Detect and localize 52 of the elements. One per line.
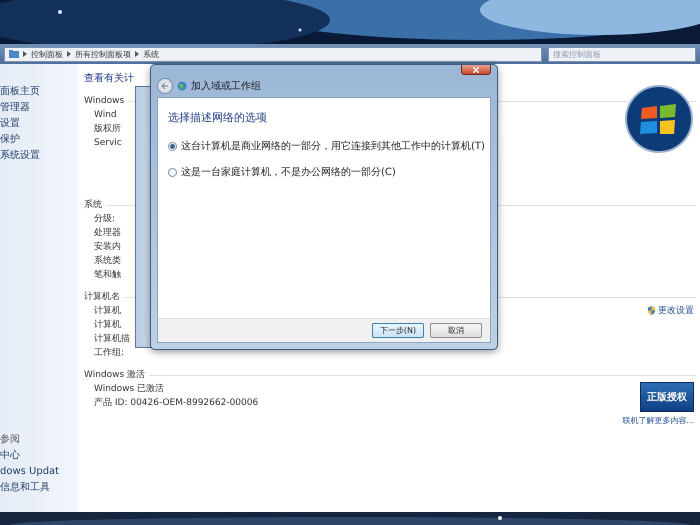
globe-icon [177, 81, 187, 91]
info-label: 系统类 [94, 254, 121, 268]
breadcrumb-item[interactable]: 控制面板 [31, 48, 63, 60]
info-label: Wind [94, 109, 118, 122]
next-button[interactable]: 下一步(N) [372, 323, 424, 338]
dialog-heading: 选择描述网络的选项 [168, 110, 268, 125]
sidebar-link[interactable]: dows Updat [0, 466, 78, 478]
sidebar-link[interactable]: 管理器 [0, 102, 78, 114]
chevron-icon [23, 51, 27, 57]
info-label: 分级: [94, 212, 116, 226]
info-label: Servic [94, 137, 122, 150]
info-label: 计算机 [94, 304, 122, 318]
section-heading: Windows [84, 95, 124, 108]
section-heading: Windows 激活 [84, 368, 146, 382]
learn-more-link[interactable]: 联机了解更多内容... [622, 415, 694, 426]
windows-logo-icon [624, 84, 694, 154]
see-also-label: 参阅 [0, 434, 21, 446]
back-arrow-icon [161, 82, 169, 90]
info-label: 计算机 [94, 318, 122, 332]
breadcrumb-item[interactable]: 系统 [143, 48, 159, 60]
section-heading: 系统 [84, 198, 102, 212]
info-label: Windows 已激活 [94, 382, 166, 396]
info-label: 处理器 [94, 226, 121, 240]
breadcrumb-item[interactable]: 所有控制面板项 [75, 48, 131, 60]
address-bar[interactable]: 控制面板 所有控制面板项 系统 [4, 46, 542, 62]
sidebar-link[interactable]: 系统设置 [0, 150, 78, 162]
close-button[interactable] [461, 65, 491, 75]
radio-option[interactable]: 这是一台家庭计算机，不是办公网络的一部分(C) [168, 165, 480, 179]
change-settings-link[interactable]: 更改设置 [647, 304, 694, 317]
cancel-button[interactable]: 取消 [430, 323, 482, 338]
section-heading: 计算机名 [84, 290, 120, 304]
search-field[interactable]: 搜索控制面板 [548, 46, 696, 62]
genuine-badge: 正版授权 [640, 382, 694, 412]
shield-icon [647, 306, 656, 315]
page-title: 查看有关计 [84, 72, 134, 86]
info-label: 安装内 [94, 240, 121, 254]
info-label: 计算机描 [94, 332, 130, 346]
info-label: 工作组: [94, 346, 126, 360]
sidebar-link[interactable]: 设置 [0, 118, 78, 130]
info-label: 笔和触 [94, 268, 121, 282]
dialog-title: 加入域或工作组 [191, 80, 261, 93]
sidebar-link[interactable]: 面板主页 [0, 86, 78, 98]
info-label: 版权所 [94, 122, 122, 136]
folder-icon [9, 50, 19, 58]
close-icon [473, 66, 479, 72]
info-label: 产品 ID: 00426-OEM-8992662-00006 [94, 396, 258, 410]
back-button[interactable] [157, 78, 173, 94]
sidebar-link[interactable]: 保护 [0, 134, 78, 146]
sidebar-link[interactable]: 信息和工具 [0, 482, 78, 494]
chevron-icon [67, 51, 71, 57]
chevron-icon [135, 51, 139, 57]
sidebar-link[interactable]: 中心 [0, 450, 78, 462]
